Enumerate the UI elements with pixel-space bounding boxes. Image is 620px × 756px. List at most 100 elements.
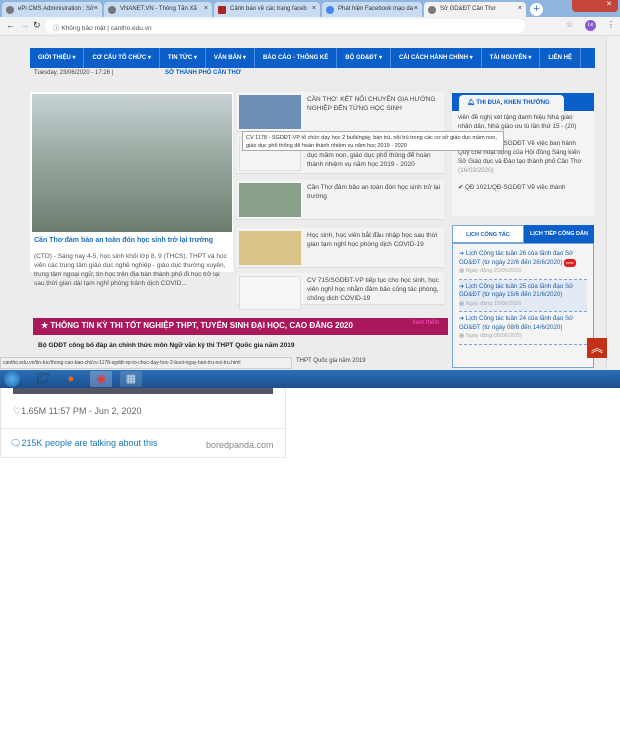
tab-so-gddt[interactable]: Sở GD&ĐT Cần Thơ × xyxy=(424,2,526,17)
date-text: Tuesday, 23/06/2020 - 17:26 | xyxy=(34,70,114,76)
clock[interactable]: 5:26 PM 6/23/2020 xyxy=(578,742,600,756)
source-watermark: boredpanda.com xyxy=(206,440,274,450)
schedule-tabs: LỊCH CÔNG TÁC LỊCH TIẾP CÔNG DÂN xyxy=(452,225,594,243)
nav-tai-nguyen[interactable]: TÀI NGUYÊN ▾ xyxy=(482,48,541,68)
forward-icon[interactable]: → xyxy=(20,20,29,30)
back-icon[interactable]: ← xyxy=(6,20,15,30)
tab-lich-tiep-cong-dan[interactable]: LỊCH TIẾP CÔNG DÂN xyxy=(524,225,594,243)
news-item[interactable]: Cần Thơ đảm bảo an toàn đón học sinh trở… xyxy=(237,180,444,220)
tab-lich-cong-tac[interactable]: LỊCH CÔNG TÁC xyxy=(452,225,524,243)
news-thumb xyxy=(239,183,301,217)
nav-bao-cao[interactable]: BÁO CÁO - THỐNG KÊ xyxy=(255,48,338,68)
news-item[interactable]: CV 715/SGDĐT-VP tiếp tục cho học sinh, h… xyxy=(237,273,444,310)
tab-label: Sở GD&ĐT Cần Thơ xyxy=(440,6,496,12)
site-icon xyxy=(108,6,116,14)
schedule-date: ▦ Ngày đăng:22/06/2020 xyxy=(459,268,522,274)
new-tab-button[interactable]: + xyxy=(530,3,543,16)
app-icon[interactable]: ▦ xyxy=(120,371,142,387)
news-thumb xyxy=(239,231,301,265)
close-icon[interactable]: × xyxy=(204,5,208,12)
tooltip: CV 1178 - SGDĐT-VP tổ chức dạy học 2 buổ… xyxy=(242,131,504,151)
awards-item-date: (16/03/2020) xyxy=(458,167,494,174)
comment-icon: 🗨︎ xyxy=(10,438,22,448)
tab-canh-bao[interactable]: Cảnh báo về các trang faceb × xyxy=(214,2,320,17)
chrome-icon[interactable]: ◉ xyxy=(90,371,112,387)
exam-news-item-2[interactable]: THPT Quốc gia năm 2019 xyxy=(296,358,366,364)
news-title[interactable]: CẦN THƠ: KẾT NỐI CHUYÊN GIA HƯỚNG NGHIỆP… xyxy=(307,95,442,113)
firefox-icon[interactable]: ● xyxy=(60,371,82,387)
schedule-title[interactable]: ➔ Lịch Công tác tuần 26 của lãnh đạo Sở … xyxy=(459,250,573,266)
awards-item[interactable]: ✔ QĐ 1021/QĐ-SGDĐT Về việc thành xyxy=(458,183,588,192)
close-icon[interactable]: × xyxy=(94,5,98,12)
news-title[interactable]: Cần Thơ đảm bảo an toàn đón học sinh trở… xyxy=(307,183,442,201)
main-nav: GIỚI THIỆU ▾ CƠ CẤU TỔ CHỨC ▾ TIN TỨC ▾ … xyxy=(30,48,595,68)
scroll-to-top-button[interactable]: ︽ xyxy=(587,338,607,358)
security-label: Không bảo mật xyxy=(61,25,106,32)
globe-icon xyxy=(6,6,14,14)
profile-avatar[interactable]: Le xyxy=(585,20,596,31)
nav-co-cau[interactable]: CƠ CẤU TỔ CHỨC ▾ xyxy=(84,48,160,68)
news-item[interactable]: Học sinh, học viên bắt đầu nhập học sau … xyxy=(237,228,444,268)
tab-vnanet[interactable]: VNANET.VN - Thông Tấn Xã × xyxy=(104,2,212,17)
talking-text: 215K people are talking about this xyxy=(21,438,158,448)
bell-icon: 🔔︎ xyxy=(467,100,477,106)
tab-label: Cảnh báo về các trang faceb xyxy=(230,6,307,12)
news-thumb xyxy=(239,276,301,310)
schedule-item[interactable]: ➔ Lịch Công tác tuần 24 của lãnh đạo Sở … xyxy=(459,312,587,345)
star-icon[interactable]: ☆ xyxy=(566,20,573,29)
news-item[interactable]: CẦN THƠ: KẾT NỐI CHUYÊN GIA HƯỚNG NGHIỆP… xyxy=(237,92,444,132)
news-title[interactable]: CV 715/SGDĐT-VP tiếp tục cho học sinh, h… xyxy=(307,276,442,303)
tweet-image xyxy=(13,388,273,394)
schedule-list: ➔ Lịch Công tác tuần 26 của lãnh đạo Sở … xyxy=(452,243,594,368)
close-icon[interactable]: × xyxy=(414,5,418,12)
schedule-item[interactable]: ➔ Lịch Công tác tuần 25 của lãnh đạo Sở … xyxy=(459,279,587,312)
nav-tin-tuc[interactable]: TIN TỨC ▾ xyxy=(160,48,206,68)
news-title[interactable]: Học sinh, học viên bắt đầu nhập học sau … xyxy=(307,231,442,249)
awards-item[interactable]: viên đề nghị xét tặng danh hiệu Nhà giáo… xyxy=(458,113,588,131)
new-badge: new xyxy=(564,258,576,267)
see-more-link[interactable]: Xem thêm xyxy=(412,320,439,326)
nav-cai-cach[interactable]: CẢI CÁCH HÀNH CHÍNH ▾ xyxy=(391,48,482,68)
nav-bo-gddt[interactable]: BỘ GD&ĐT ▾ xyxy=(337,48,391,68)
taskbar: 📁︎ ● ◉ ▦ EN 5:26 PM 6/23/2020 xyxy=(0,370,620,755)
globe-icon xyxy=(428,6,436,14)
address-input[interactable]: ⓘ Không bảo mật | cantho.edu.vn xyxy=(45,19,525,33)
scrollbar[interactable] xyxy=(606,36,620,370)
nav-van-ban[interactable]: VĂN BẢN ▾ xyxy=(206,48,255,68)
exam-banner: ★ THÔNG TIN KỲ THI TỐT NGHIỆP THPT, TUYỂ… xyxy=(33,318,448,335)
featured-image[interactable] xyxy=(32,94,232,232)
window-close-button[interactable]: ✕ xyxy=(572,0,618,12)
start-button[interactable] xyxy=(4,371,20,387)
awards-tab[interactable]: 🔔︎ THI ĐUA, KHEN THƯỞNG xyxy=(459,95,564,111)
google-icon xyxy=(326,6,334,14)
awards-title: THI ĐUA, KHEN THƯỞNG xyxy=(476,100,550,106)
schedule-item[interactable]: ➔ Lịch Công tác tuần 26 của lãnh đạo Sở … xyxy=(459,247,587,280)
close-icon[interactable]: × xyxy=(312,5,316,12)
explorer-icon[interactable]: 📁︎ xyxy=(32,371,54,387)
tweet-talking-link[interactable]: 🗨︎215K people are talking about this xyxy=(10,438,158,449)
nav-lien-he[interactable]: LIÊN HỆ xyxy=(540,48,582,68)
tab-label: ePi CMS Administration : Sở xyxy=(18,6,94,12)
language-indicator[interactable]: EN xyxy=(470,742,477,748)
featured-title[interactable]: Cần Thơ đảm bảo an toàn đón học sinh trở… xyxy=(34,237,213,244)
awards-list: viên đề nghị xét tặng danh hiệu Nhà giáo… xyxy=(452,111,594,216)
tab-label: VNANET.VN - Thông Tấn Xã xyxy=(120,6,197,12)
tweet-likes[interactable]: ♡1.65M 11:57 PM - Jun 2, 2020 xyxy=(13,406,141,417)
tab-epi-cms[interactable]: ePi CMS Administration : Sở × xyxy=(2,2,102,17)
status-bar-url: cantho.edu.vn/tin-tuc/thong-cao-bao-chi/… xyxy=(0,357,292,369)
schedule-date: ▦ Ngày đăng:08/06/2020 xyxy=(459,333,522,339)
schedule-date: ▦ Ngày đăng:15/06/2020 xyxy=(459,300,522,307)
menu-icon[interactable]: ⋮ xyxy=(607,20,615,29)
browser-tab-bar: ePi CMS Administration : Sở × VNANET.VN -… xyxy=(0,0,620,17)
reload-icon[interactable]: ↻ xyxy=(33,20,41,31)
schedule-title[interactable]: ➔ Lịch Công tác tuần 25 của lãnh đạo Sở … xyxy=(459,283,573,299)
tab-label: Phát hiện Facebook mạo da xyxy=(338,6,414,12)
exam-news-item[interactable]: Bộ GDĐT công bố đáp án chính thức môn Ng… xyxy=(38,342,294,349)
clock-date: 6/23/2020 xyxy=(578,749,601,755)
nav-gioi-thieu[interactable]: GIỚI THIỆU ▾ xyxy=(30,48,85,68)
schedule-title[interactable]: ➔ Lịch Công tác tuần 24 của lãnh đạo Sở … xyxy=(459,315,573,331)
close-icon[interactable]: × xyxy=(518,5,522,12)
marquee-text: SỞ THÀNH PHỐ CẦN THƠ xyxy=(165,70,241,76)
divider xyxy=(0,428,286,429)
tab-phat-hien[interactable]: Phát hiện Facebook mạo da × xyxy=(322,2,422,17)
